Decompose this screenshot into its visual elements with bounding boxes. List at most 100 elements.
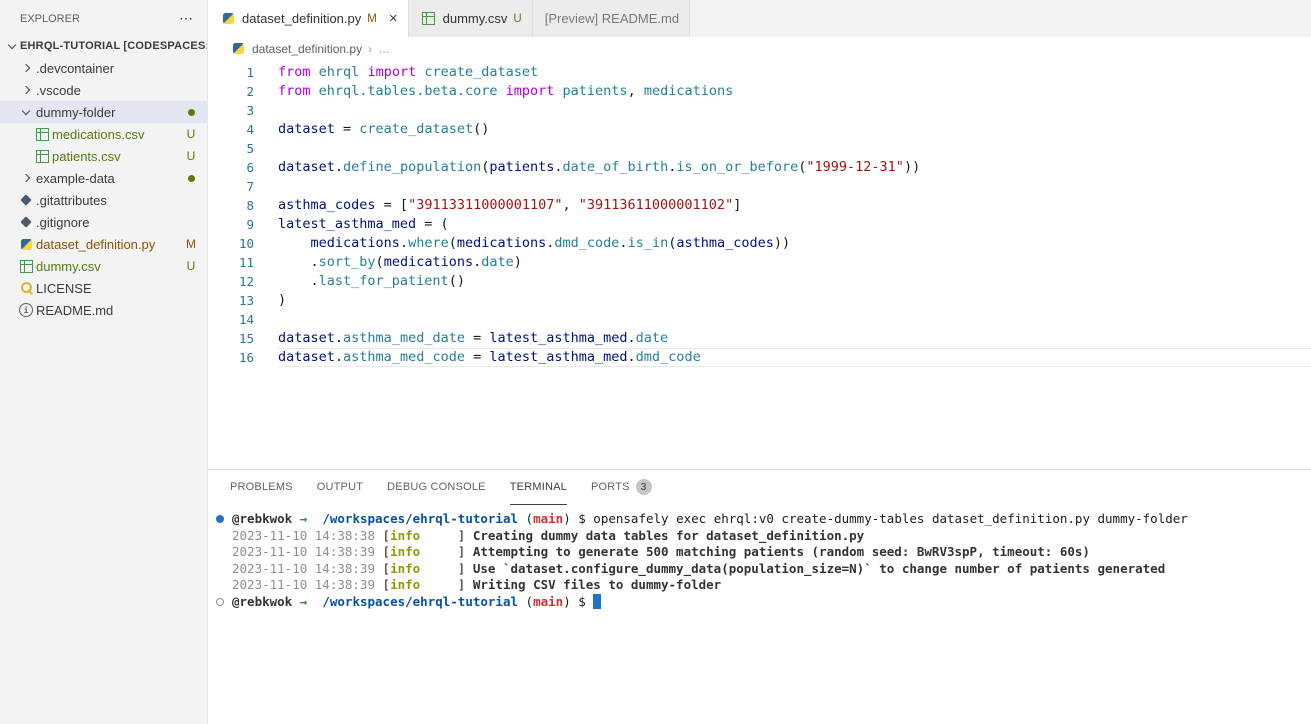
command-decoration-icon[interactable] <box>216 598 224 606</box>
py-icon <box>18 236 34 252</box>
terminal-token: 2023-11-10 14:38:39 <box>232 544 375 559</box>
code-token: last_for_patient <box>319 273 449 289</box>
terminal-token: 2023-11-10 14:38:38 <box>232 528 375 543</box>
code-token: asthma_codes <box>278 197 376 213</box>
code-token: define_population <box>343 159 481 175</box>
breadcrumb-file[interactable]: dataset_definition.py <box>252 42 362 56</box>
terminal-gutter <box>214 528 232 545</box>
code-text: from ehrql.tables.beta.core import patie… <box>278 82 1311 101</box>
terminal-cursor <box>593 594 601 609</box>
code-token: dataset <box>278 330 335 346</box>
code-line: 10 medications.where(medications.dmd_cod… <box>208 234 1311 253</box>
workspace-root-folder[interactable]: EHRQL-TUTORIAL [CODESPACES:... <box>0 35 207 57</box>
tab-dataset-definition-py[interactable]: dataset_definition.pyM× <box>208 0 409 37</box>
git-status-badge: U <box>183 149 199 163</box>
info-icon <box>18 302 34 318</box>
tree-item-label: LICENSE <box>36 281 207 296</box>
code-token: date <box>481 254 514 270</box>
code-line: 6dataset.define_population(patients.date… <box>208 158 1311 177</box>
tree-item-license[interactable]: LICENSE <box>0 277 207 299</box>
tree-item-example-data[interactable]: example-data <box>0 167 207 189</box>
tree-item-medications-csv[interactable]: medications.csvU <box>0 123 207 145</box>
tree-item-gitattributes[interactable]: .gitattributes <box>0 189 207 211</box>
command-decoration-icon[interactable] <box>216 515 224 523</box>
code-token: create_dataset <box>359 121 473 137</box>
close-icon[interactable]: × <box>389 11 398 26</box>
code-token: dataset <box>278 121 335 137</box>
terminal-token: [ <box>375 544 390 559</box>
code-token: ] <box>733 197 741 213</box>
panel-tab-ports[interactable]: PORTS3 <box>591 470 652 505</box>
terminal-line: 2023-11-10 14:38:39 [info ] Use `dataset… <box>214 561 1311 578</box>
tree-item-label: .vscode <box>36 83 207 98</box>
terminal-gutter <box>214 544 232 561</box>
line-number: 16 <box>208 348 254 367</box>
code-token: date <box>636 330 669 346</box>
panel-tab-terminal[interactable]: TERMINAL <box>510 470 567 505</box>
tree-item-dummy-csv[interactable]: dummy.csvU <box>0 255 207 277</box>
code-token: ( <box>449 235 457 251</box>
code-token <box>311 64 319 80</box>
csv-icon <box>421 11 437 27</box>
tree-item-label: .devcontainer <box>36 61 207 76</box>
code-token: medications <box>644 83 733 99</box>
tree-item-devcontainer[interactable]: .devcontainer <box>0 57 207 79</box>
code-token: medications <box>457 235 546 251</box>
terminal-token: info <box>390 561 420 576</box>
terminal-text: 2023-11-10 14:38:39 [info ] Attempting t… <box>232 544 1090 561</box>
more-actions-icon[interactable]: ⋯ <box>179 10 193 27</box>
tab-dummy-csv[interactable]: dummy.csvU <box>409 0 533 37</box>
code-token: is_in <box>628 235 669 251</box>
tree-item-vscode[interactable]: .vscode <box>0 79 207 101</box>
line-number: 15 <box>208 329 254 348</box>
code-line: 2from ehrql.tables.beta.core import pati… <box>208 82 1311 101</box>
terminal-gutter <box>214 577 232 594</box>
terminal-token <box>307 511 322 526</box>
code-token: . <box>628 330 636 346</box>
chevron-right-icon <box>18 170 34 186</box>
code-token: import <box>367 64 416 80</box>
code-editor[interactable]: 1from ehrql import create_dataset2from e… <box>208 60 1311 469</box>
code-token: medications <box>384 254 473 270</box>
breadcrumb-more[interactable]: … <box>378 42 390 56</box>
terminal[interactable]: @rebkwok → /workspaces/ehrql-tutorial (m… <box>208 505 1311 724</box>
terminal-token: ) $ opensafely exec ehrql:v0 create-dumm… <box>563 511 1188 526</box>
panel-tab-output[interactable]: OUTPUT <box>317 470 363 505</box>
editor-tabbar: dataset_definition.pyM×dummy.csvU[Previe… <box>208 0 1311 37</box>
git-status-badge: U <box>183 127 199 141</box>
tree-item-label: example-data <box>36 171 188 186</box>
terminal-gutter <box>214 561 232 578</box>
explorer-header: EXPLORER ⋯ <box>0 0 207 35</box>
code-token: "39113611000001102" <box>579 197 733 213</box>
line-number: 7 <box>208 177 254 196</box>
code-token: = <box>335 121 359 137</box>
tree-item-gitignore[interactable]: .gitignore <box>0 211 207 233</box>
terminal-line: @rebkwok → /workspaces/ehrql-tutorial (m… <box>214 511 1311 528</box>
tree-item-dummy-folder[interactable]: dummy-folder <box>0 101 207 123</box>
tree-item-dataset-definition-py[interactable]: dataset_definition.pyM <box>0 233 207 255</box>
code-text <box>278 139 1311 158</box>
code-text: dataset.asthma_med_date = latest_asthma_… <box>278 329 1311 348</box>
terminal-token: Writing CSV files to dummy-folder <box>473 577 721 592</box>
tab-preview-readme-md[interactable]: [Preview] README.md <box>533 0 690 37</box>
terminal-text: 2023-11-10 14:38:39 [info ] Use `dataset… <box>232 561 1165 578</box>
terminal-token: Attempting to generate 500 matching pati… <box>473 544 1090 559</box>
git-icon <box>18 214 34 230</box>
vscode-window: EXPLORER ⋯ EHRQL-TUTORIAL [CODESPACES:..… <box>0 0 1311 724</box>
panel-tab-problems[interactable]: PROBLEMS <box>230 470 293 505</box>
panel-tab-debug-console[interactable]: DEBUG CONSOLE <box>387 470 486 505</box>
terminal-line: 2023-11-10 14:38:39 [info ] Attempting t… <box>214 544 1311 561</box>
terminal-text: @rebkwok → /workspaces/ehrql-tutorial (m… <box>232 511 1188 528</box>
git-status-badge: M <box>183 237 199 251</box>
tree-item-label: patients.csv <box>52 149 183 164</box>
breadcrumb: dataset_definition.py › … <box>208 37 1311 60</box>
tree-item-label: dummy.csv <box>36 259 183 274</box>
tree-item-patients-csv[interactable]: patients.csvU <box>0 145 207 167</box>
line-number: 3 <box>208 101 254 120</box>
code-line: 13) <box>208 291 1311 310</box>
code-text <box>278 177 1311 196</box>
line-number: 12 <box>208 272 254 291</box>
tree-item-readme-md[interactable]: README.md <box>0 299 207 321</box>
code-token: . <box>335 159 343 175</box>
panel-tab-label: TERMINAL <box>510 481 567 493</box>
